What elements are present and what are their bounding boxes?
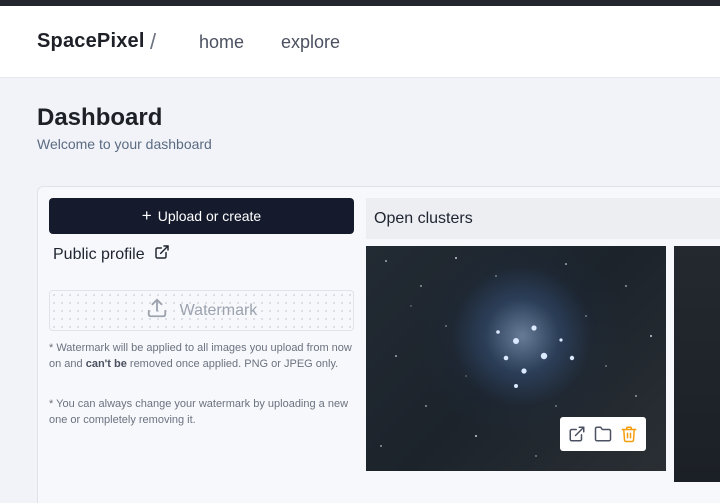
photo-actions-toolbar [560,417,646,451]
album-header: Open clusters [366,198,720,239]
page-subtitle: Welcome to your dashboard [37,136,212,152]
watermark-label: Watermark [179,301,258,319]
album-photo-next[interactable] [674,246,720,482]
nav-explore-link[interactable]: explore [281,32,340,53]
watermark-note: * Watermark will be applied to all image… [49,340,354,372]
upload-icon [146,297,168,324]
public-profile-link[interactable]: Public profile [53,244,170,265]
open-external-icon[interactable] [568,425,586,443]
site-header: SpacePixel / home explore [0,6,720,78]
folder-icon[interactable] [594,425,612,443]
brand-separator: / [150,29,157,54]
public-profile-label: Public profile [53,245,145,263]
upload-button-label: Upload or create [157,208,262,224]
watermark-note-text-2: removed once applied. PNG or JPEG only. [126,358,339,370]
external-link-icon [154,244,170,265]
watermark-change-note: * You can always change your watermark b… [49,398,349,426]
trash-icon[interactable] [620,425,638,443]
watermark-note-bold: can't be [85,358,127,370]
page-title: Dashboard [37,104,163,131]
album-title[interactable]: Open clusters [374,210,473,228]
watermark-upload-dropzone[interactable]: Watermark [49,290,354,331]
nav-home-link[interactable]: home [199,32,244,53]
plus-icon: + [141,206,152,225]
upload-or-create-button[interactable]: + Upload or create [49,198,354,234]
brand-logo[interactable]: SpacePixel [37,30,145,53]
